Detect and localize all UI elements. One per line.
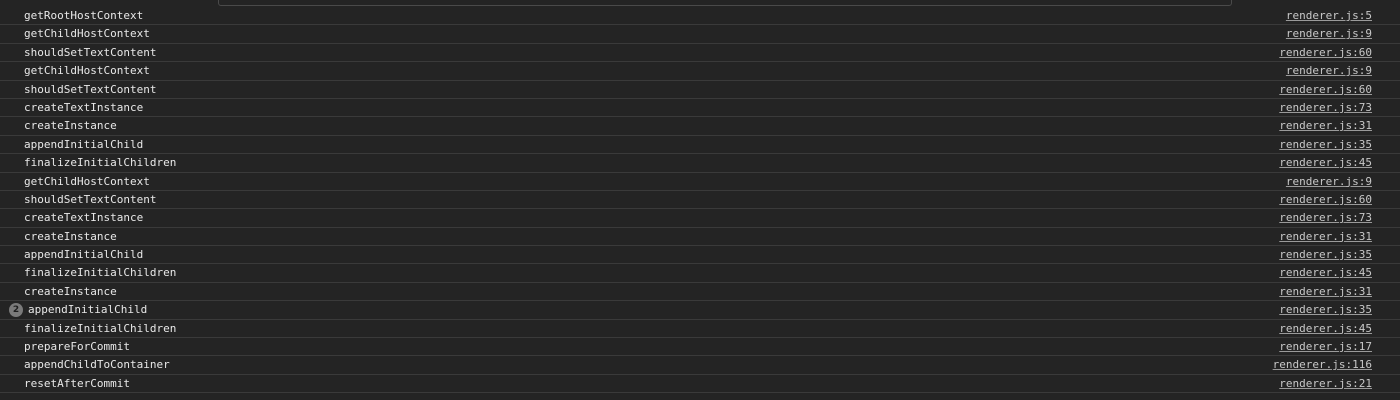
- console-message-row[interactable]: 2 appendInitialChild renderer.js:35: [0, 301, 1400, 320]
- console-message-text: getRootHostContext: [24, 9, 144, 22]
- console-message-row[interactable]: createInstance renderer.js:31: [0, 228, 1400, 247]
- console-message-text: createTextInstance: [24, 211, 144, 225]
- console-message-row[interactable]: appendInitialChild renderer.js:35: [0, 136, 1400, 155]
- source-location-link[interactable]: renderer.js:35: [1279, 303, 1372, 316]
- console-message-row[interactable]: appendChildToContainer renderer.js:116: [0, 356, 1400, 375]
- console-message-text: finalizeInitialChildren: [24, 156, 177, 170]
- console-message-text: shouldSetTextContent: [24, 82, 157, 96]
- console-message-row[interactable]: finalizeInitialChildren renderer.js:45: [0, 320, 1400, 339]
- console-message-row[interactable]: prepareForCommit renderer.js:17: [0, 338, 1400, 357]
- source-location-link[interactable]: renderer.js:9: [1286, 175, 1372, 188]
- console-message-text: appendInitialChild: [24, 137, 144, 151]
- console-message-row[interactable]: appendInitialChild renderer.js:35: [0, 246, 1400, 265]
- console-message-row[interactable]: resetAfterCommit renderer.js:21: [0, 375, 1400, 394]
- source-location-link[interactable]: renderer.js:45: [1279, 322, 1372, 335]
- console-message-row[interactable]: shouldSetTextContent renderer.js:60: [0, 191, 1400, 210]
- console-message-text: prepareForCommit: [24, 340, 130, 354]
- console-message-text: appendChildToContainer: [24, 358, 170, 372]
- console-message-row[interactable]: shouldSetTextContent renderer.js:60: [0, 44, 1400, 63]
- console-message-text: createInstance: [24, 119, 117, 133]
- console-message-row[interactable]: createTextInstance renderer.js:73: [0, 209, 1400, 228]
- source-location-link[interactable]: renderer.js:21: [1279, 377, 1372, 390]
- source-location-link[interactable]: renderer.js:31: [1279, 285, 1372, 298]
- source-location-link[interactable]: renderer.js:17: [1279, 340, 1372, 353]
- source-location-link[interactable]: renderer.js:35: [1279, 138, 1372, 151]
- console-message-text: createInstance: [24, 229, 117, 243]
- console-message-row[interactable]: getChildHostContext renderer.js:9: [0, 173, 1400, 191]
- console-panel: getRootHostContext renderer.js:5 getChildH…: [0, 0, 1400, 400]
- source-location-link[interactable]: renderer.js:60: [1279, 193, 1372, 206]
- console-message-text: finalizeInitialChildren: [24, 321, 177, 335]
- console-message-text: resetAfterCommit: [24, 376, 130, 390]
- console-message-row[interactable]: getChildHostContext renderer.js:9: [0, 25, 1400, 44]
- console-message-text: getChildHostContext: [24, 174, 150, 188]
- console-top-edge: [0, 0, 1400, 6]
- source-location-link[interactable]: renderer.js:9: [1286, 27, 1372, 40]
- source-location-link[interactable]: renderer.js:60: [1279, 83, 1372, 96]
- console-message-text: getChildHostContext: [24, 64, 150, 78]
- source-location-link[interactable]: renderer.js:35: [1279, 248, 1372, 261]
- source-location-link[interactable]: renderer.js:31: [1279, 230, 1372, 243]
- console-message-text: getChildHostContext: [24, 27, 150, 41]
- console-message-text: shouldSetTextContent: [24, 45, 157, 59]
- console-message-row[interactable]: finalizeInitialChildren renderer.js:45: [0, 154, 1400, 173]
- source-location-link[interactable]: renderer.js:73: [1279, 101, 1372, 114]
- console-message-text: createInstance: [24, 284, 117, 298]
- source-location-link[interactable]: renderer.js:9: [1286, 64, 1372, 77]
- source-location-link[interactable]: renderer.js:45: [1279, 156, 1372, 169]
- source-location-link[interactable]: renderer.js:5: [1286, 9, 1372, 22]
- console-message-row[interactable]: createTextInstance renderer.js:73: [0, 99, 1400, 118]
- source-location-link[interactable]: renderer.js:116: [1273, 358, 1372, 371]
- console-message-text: appendInitialChild: [24, 248, 144, 262]
- source-location-link[interactable]: renderer.js:31: [1279, 119, 1372, 132]
- console-message-row[interactable]: createInstance renderer.js:31: [0, 117, 1400, 136]
- repeat-count-badge: 2: [9, 303, 23, 318]
- source-location-link[interactable]: renderer.js:60: [1279, 46, 1372, 59]
- console-message-text: finalizeInitialChildren: [24, 266, 177, 280]
- console-message-text: appendInitialChild: [28, 303, 148, 317]
- console-message-row[interactable]: getRootHostContext renderer.js:5: [0, 7, 1400, 26]
- source-location-link[interactable]: renderer.js:45: [1279, 266, 1372, 279]
- console-messages-list: getRootHostContext renderer.js:5 getChildH…: [0, 7, 1400, 394]
- console-message-text: createTextInstance: [24, 100, 144, 114]
- console-message-row[interactable]: finalizeInitialChildren renderer.js:45: [0, 264, 1400, 283]
- source-location-link[interactable]: renderer.js:73: [1279, 211, 1372, 224]
- console-message-text: shouldSetTextContent: [24, 192, 157, 206]
- console-message-row[interactable]: getChildHostContext renderer.js:9: [0, 62, 1400, 81]
- console-message-row[interactable]: shouldSetTextContent renderer.js:60: [0, 81, 1400, 99]
- console-message-row[interactable]: createInstance renderer.js:31: [0, 283, 1400, 302]
- drawer-tab-edge: [218, 0, 1232, 6]
